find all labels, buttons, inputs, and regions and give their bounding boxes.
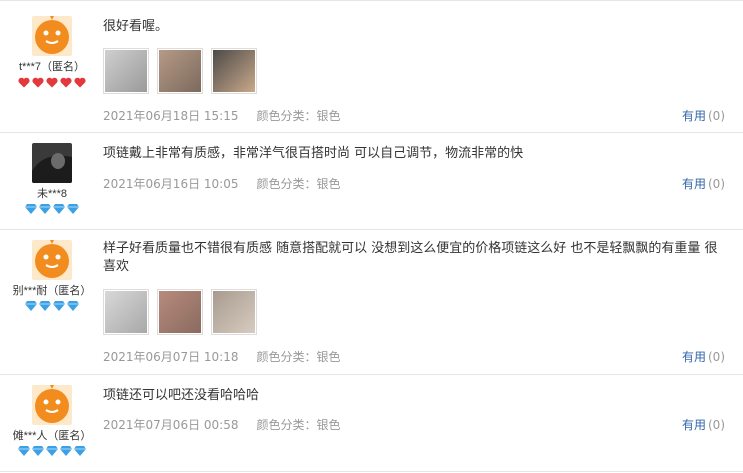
review-photo-1[interactable] (103, 289, 149, 335)
reviewer: 别***耐（匿名） (0, 240, 104, 311)
diamond-icon (53, 301, 65, 311)
reviewer-level (0, 77, 104, 88)
reviewer-level (0, 301, 104, 311)
diamond-icon (32, 446, 44, 456)
useful-button[interactable]: 有用 (0) (682, 416, 725, 433)
review-date: 2021年06月07日 10:18 (103, 350, 239, 364)
review-item: t***7（匿名） 很好看喔。 2021年06月18日 15:15 颜色分类：银色… (0, 1, 743, 133)
diamond-icon (18, 446, 30, 456)
reviewer-name: 傩***人（匿名） (12, 430, 92, 442)
useful-count: (0) (708, 177, 725, 191)
avatar (32, 143, 72, 183)
reviewer: 傩***人（匿名） (0, 385, 104, 456)
useful-label[interactable]: 有用 (682, 177, 706, 191)
review-meta: 2021年06月07日 10:18 颜色分类：银色 (103, 348, 341, 365)
review-text: 项链戴上非常有质感，非常洋气很百搭时尚 可以自己调节，物流非常的快 (103, 146, 524, 161)
heart-icon (32, 77, 44, 88)
heart-icon (18, 77, 30, 88)
diamond-icon (39, 204, 51, 214)
useful-count: (0) (708, 350, 725, 364)
diamond-icon (39, 301, 51, 311)
diamond-icon (67, 204, 79, 214)
diamond-icon (67, 301, 79, 311)
reviewer-name: t***7（匿名） (18, 61, 86, 73)
reviewer-level (0, 204, 104, 214)
review-photo-3[interactable] (211, 289, 257, 335)
review-spec: 颜色分类：银色 (256, 418, 341, 432)
review-text: 项链还可以吧还没看哈哈哈 (103, 388, 260, 403)
useful-label[interactable]: 有用 (682, 350, 706, 364)
reviewer: 未***8 (0, 143, 104, 214)
avatar (32, 16, 72, 56)
review-date: 2021年07月06日 00:58 (103, 418, 239, 432)
reviewer-name: 别***耐（匿名） (12, 285, 92, 297)
reviewer: t***7（匿名） (0, 16, 104, 88)
review-date: 2021年06月18日 15:15 (103, 109, 239, 123)
useful-button[interactable]: 有用 (0) (682, 107, 725, 124)
diamond-icon (53, 204, 65, 214)
review-images (103, 289, 265, 339)
useful-label[interactable]: 有用 (682, 109, 706, 123)
review-meta: 2021年07月06日 00:58 颜色分类：银色 (103, 416, 341, 433)
diamond-icon (74, 446, 86, 456)
review-item: 别***耐（匿名） 样子好看质量也不错很有质感 随意搭配就可以 没想到这么便宜的… (0, 229, 743, 375)
useful-count: (0) (708, 418, 725, 432)
diamond-icon (46, 446, 58, 456)
review-spec: 颜色分类：银色 (256, 177, 341, 191)
review-meta: 2021年06月18日 15:15 颜色分类：银色 (103, 107, 341, 124)
review-photo-3[interactable] (211, 48, 257, 94)
review-item: 傩***人（匿名） 项链还可以吧还没看哈哈哈 2021年07月06日 00:58… (0, 374, 743, 472)
review-photo-1[interactable] (103, 48, 149, 94)
heart-icon (46, 77, 58, 88)
useful-button[interactable]: 有用 (0) (682, 175, 725, 192)
review-images (103, 48, 265, 98)
useful-label[interactable]: 有用 (682, 418, 706, 432)
heart-icon (74, 77, 86, 88)
review-text: 很好看喔。 (103, 19, 169, 34)
review-spec: 颜色分类：银色 (256, 109, 341, 123)
useful-button[interactable]: 有用 (0) (682, 348, 725, 365)
reviewer-level (0, 446, 104, 456)
review-photo-2[interactable] (157, 48, 203, 94)
avatar (32, 385, 72, 425)
useful-count: (0) (708, 109, 725, 123)
avatar (32, 240, 72, 280)
review-spec: 颜色分类：银色 (256, 350, 341, 364)
diamond-icon (25, 204, 37, 214)
heart-icon (60, 77, 72, 88)
review-date: 2021年06月16日 10:05 (103, 177, 239, 191)
review-item: 未***8 项链戴上非常有质感，非常洋气很百搭时尚 可以自己调节，物流非常的快 … (0, 132, 743, 230)
review-meta: 2021年06月16日 10:05 颜色分类：银色 (103, 175, 341, 192)
diamond-icon (60, 446, 72, 456)
diamond-icon (25, 301, 37, 311)
review-text: 样子好看质量也不错很有质感 随意搭配就可以 没想到这么便宜的价格项链这么好 也不… (103, 241, 718, 274)
reviewer-name: 未***8 (37, 188, 67, 200)
review-photo-2[interactable] (157, 289, 203, 335)
